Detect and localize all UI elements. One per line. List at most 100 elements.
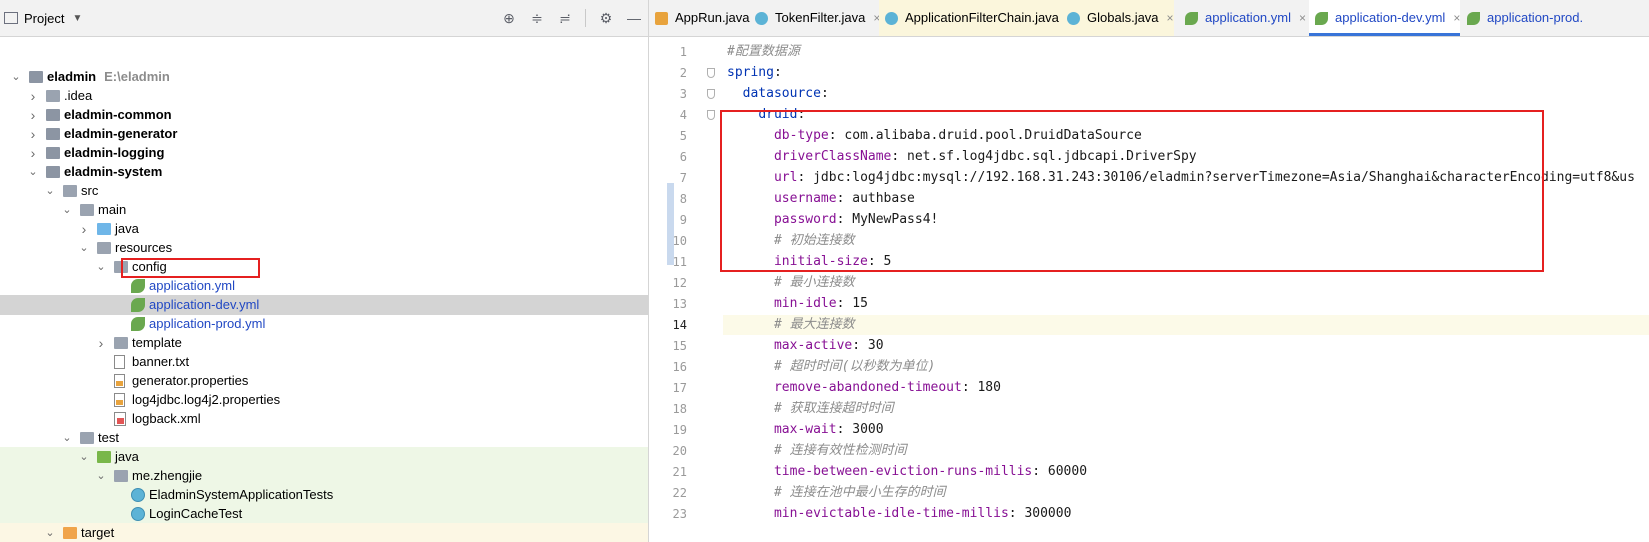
- tree-item-label: main: [98, 202, 127, 217]
- tree-item[interactable]: banner.txt: [0, 352, 648, 372]
- code-line[interactable]: # 最大连接数: [723, 315, 1649, 335]
- chevron-down-icon[interactable]: ⌄: [95, 257, 107, 277]
- tree-item[interactable]: generator.properties: [0, 371, 648, 391]
- chevron-down-icon[interactable]: ⌄: [78, 447, 90, 467]
- tree-item[interactable]: ⌄ me.zhengjie: [0, 466, 648, 486]
- code-line[interactable]: max-wait: 3000: [727, 420, 1649, 440]
- fold-toggle-icon[interactable]: [707, 110, 715, 120]
- chevron-down-icon[interactable]: ⌄: [44, 523, 56, 542]
- test-folder-icon: [97, 451, 111, 463]
- line-number: 17: [672, 381, 687, 395]
- code-line[interactable]: # 连接在池中最小生存的时间: [727, 483, 1649, 503]
- code-line[interactable]: datasource:: [727, 84, 1649, 104]
- close-icon[interactable]: ×: [1299, 11, 1306, 25]
- editor-tab[interactable]: application-prod.: [1461, 0, 1583, 36]
- code-line[interactable]: min-idle: 15: [727, 294, 1649, 314]
- editor-tab[interactable]: Globals.java ×: [1061, 0, 1174, 36]
- tree-item[interactable]: › eladmin-logging: [0, 143, 648, 163]
- editor-tab-label: AppRun.java: [675, 10, 750, 25]
- line-number: 7: [679, 171, 687, 185]
- project-panel-title[interactable]: Project: [24, 11, 64, 26]
- chevron-down-icon[interactable]: ⌄: [27, 162, 39, 182]
- chevron-down-icon[interactable]: ⌄: [78, 238, 90, 258]
- chevron-right-icon[interactable]: ›: [78, 219, 90, 239]
- editor-tab[interactable]: AppRun.java×: [649, 0, 764, 36]
- code-line[interactable]: remove-abandoned-timeout: 180: [727, 378, 1649, 398]
- code-line[interactable]: min-evictable-idle-time-millis: 300000: [727, 504, 1649, 524]
- editor-tab[interactable]: TokenFilter.java ×: [749, 0, 880, 36]
- line-number-gutter: 1 2 3 4 5 6 7 8 9 10 11 12 13 14 15 16 17 18 19 20 21 22 23: [649, 37, 705, 542]
- tree-item[interactable]: log4jdbc.log4j2.properties: [0, 390, 648, 410]
- code-line[interactable]: max-active: 30: [727, 336, 1649, 356]
- code-line[interactable]: spring:: [727, 63, 1649, 83]
- project-panel: Project ▼ ⊕ ≑ ≓ ⚙ — ⌄ eladmin E:\eladmin ›.…: [0, 0, 649, 542]
- tree-item[interactable]: › java: [0, 219, 648, 239]
- xml-file-icon: [114, 412, 126, 426]
- code-line[interactable]: time-between-eviction-runs-millis: 60000: [727, 462, 1649, 482]
- tree-item[interactable]: ⌄ target: [0, 523, 648, 542]
- chevron-right-icon[interactable]: ›: [27, 124, 39, 144]
- code-line[interactable]: #配置数据源: [727, 42, 1649, 62]
- chevron-down-icon[interactable]: ⌄: [10, 67, 22, 87]
- chevron-right-icon[interactable]: ›: [27, 86, 39, 106]
- tree-item[interactable]: ⌄ eladmin E:\eladmin: [0, 67, 648, 87]
- line-number: 16: [672, 360, 687, 374]
- gear-icon[interactable]: ⚙: [598, 10, 614, 27]
- tree-item[interactable]: ⌄ config: [0, 257, 648, 277]
- chevron-down-icon[interactable]: ⌄: [61, 428, 73, 448]
- tree-item[interactable]: › template: [0, 333, 648, 353]
- tree-item[interactable]: › .idea: [0, 86, 648, 106]
- editor-tab-label: Globals.java: [1087, 10, 1159, 25]
- chevron-down-icon[interactable]: ▼: [72, 13, 82, 24]
- yaml-key: spring: [727, 65, 774, 80]
- tree-item[interactable]: application.yml: [0, 276, 648, 296]
- line-number: 12: [672, 276, 687, 290]
- chevron-right-icon[interactable]: ›: [95, 333, 107, 353]
- chevron-right-icon[interactable]: ›: [27, 143, 39, 163]
- chevron-down-icon[interactable]: ⌄: [61, 200, 73, 220]
- code-line[interactable]: # 最小连接数: [727, 273, 1649, 293]
- tree-item[interactable]: ⌄ test: [0, 428, 648, 448]
- expand-all-icon[interactable]: ≑: [529, 10, 545, 27]
- hide-icon[interactable]: —: [626, 10, 642, 26]
- tree-item[interactable]: ⌄ java: [0, 447, 648, 467]
- collapse-all-icon[interactable]: ≓: [557, 10, 573, 27]
- fold-toggle-icon[interactable]: [707, 89, 715, 99]
- tree-item[interactable]: LoginCacheTest: [0, 504, 648, 524]
- code-comment: # 连接有效性检测时间: [773, 443, 907, 458]
- tree-item[interactable]: logback.xml: [0, 409, 648, 429]
- tree-item[interactable]: application-dev.yml: [0, 295, 648, 315]
- editor-tab-label: TokenFilter.java: [775, 10, 866, 25]
- tree-item[interactable]: ⌄ resources: [0, 238, 648, 258]
- tree-item[interactable]: EladminSystemApplicationTests: [0, 485, 648, 505]
- tree-item[interactable]: › eladmin-generator: [0, 124, 648, 144]
- tree-item[interactable]: ⌄ main: [0, 200, 648, 220]
- close-icon[interactable]: ×: [1453, 11, 1460, 25]
- code-line[interactable]: # 超时时间(以秒数为单位): [727, 357, 1649, 377]
- locate-icon[interactable]: ⊕: [501, 10, 517, 27]
- chevron-down-icon[interactable]: ⌄: [44, 181, 56, 201]
- code-line[interactable]: # 连接有效性检测时间: [727, 441, 1649, 461]
- editor-tab[interactable]: application-dev.yml ×: [1309, 0, 1461, 36]
- close-icon[interactable]: ×: [1167, 11, 1174, 25]
- chevron-down-icon[interactable]: ⌄: [95, 466, 107, 486]
- tree-item[interactable]: ⌄ src: [0, 181, 648, 201]
- tree-item[interactable]: › eladmin-common: [0, 105, 648, 125]
- code-line[interactable]: # 获取连接超时时间: [727, 399, 1649, 419]
- line-number: 11: [672, 255, 687, 269]
- tree-item[interactable]: ⌄ eladmin-system: [0, 162, 648, 182]
- chevron-right-icon[interactable]: ›: [27, 105, 39, 125]
- fold-toggle-icon[interactable]: [707, 68, 715, 78]
- yaml-separator: :: [836, 296, 853, 311]
- tree-item-label: template: [132, 335, 182, 350]
- code-comment: # 获取连接超时时间: [773, 401, 894, 416]
- tree-item[interactable]: application-prod.yml: [0, 314, 648, 334]
- editor-tab[interactable]: application.yml ×: [1179, 0, 1306, 36]
- line-number: 6: [679, 150, 687, 164]
- editor-tab[interactable]: ApplicationFilterChain.java×: [879, 0, 1074, 36]
